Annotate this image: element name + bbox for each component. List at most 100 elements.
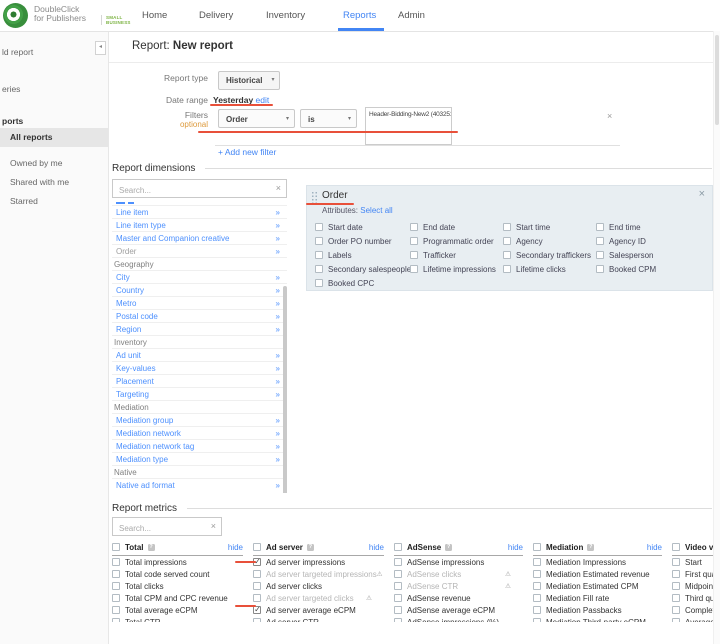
dimension-region[interactable]: Region» — [112, 323, 287, 336]
checkbox[interactable] — [410, 223, 418, 231]
add-dimension-icon[interactable]: » — [276, 440, 280, 453]
dimension-native-ad-format[interactable]: Native ad format» — [112, 479, 287, 488]
add-dimension-icon[interactable]: » — [276, 453, 280, 466]
nav-admin[interactable]: Admin — [398, 0, 425, 31]
dimension-mediation-type[interactable]: Mediation type» — [112, 453, 287, 466]
dimension-targeting[interactable]: Targeting» — [112, 388, 287, 401]
nav-home[interactable]: Home — [142, 0, 167, 31]
sidebar-item-eries[interactable]: eries — [2, 82, 20, 96]
dimension-order[interactable]: Order» — [112, 245, 287, 258]
dimension-mediation-group[interactable]: Mediation group» — [112, 414, 287, 427]
clear-search-icon[interactable]: × — [276, 183, 281, 194]
dimension-postal-code[interactable]: Postal code» — [112, 310, 287, 323]
dimension-metro[interactable]: Metro» — [112, 297, 287, 310]
hide-link[interactable]: hide — [228, 543, 243, 552]
checkbox[interactable] — [112, 594, 120, 602]
checkbox[interactable] — [672, 618, 680, 622]
checkbox[interactable] — [394, 570, 402, 578]
add-dimension-icon[interactable]: » — [276, 245, 280, 258]
checkbox[interactable] — [503, 265, 511, 273]
checkbox[interactable] — [596, 237, 604, 245]
checkbox[interactable] — [503, 237, 511, 245]
add-dimension-icon[interactable]: » — [276, 219, 280, 232]
hide-link[interactable]: hide — [369, 543, 384, 552]
dimension-key-values[interactable]: Key-values» — [112, 362, 287, 375]
checkbox[interactable] — [315, 251, 323, 259]
sidebar-item-starred[interactable]: Starred — [10, 194, 38, 208]
select-all-link[interactable]: Select all — [360, 206, 392, 215]
dimension-mediation-network[interactable]: Mediation network» — [112, 427, 287, 440]
checkbox[interactable] — [112, 558, 120, 566]
dimensions-search-input[interactable] — [113, 182, 286, 199]
add-dimension-icon[interactable]: » — [276, 271, 280, 284]
hide-link[interactable]: hide — [508, 543, 523, 552]
clear-search-icon[interactable]: × — [211, 521, 216, 532]
add-dimension-icon[interactable]: » — [276, 388, 280, 401]
sidebar-item-owned-by-me[interactable]: Owned by me — [10, 156, 62, 170]
checkbox[interactable] — [112, 543, 120, 551]
sidebar-item-all-reports[interactable]: All reports — [0, 128, 108, 147]
nav-inventory[interactable]: Inventory — [266, 0, 305, 31]
checkbox[interactable] — [315, 223, 323, 231]
add-dimension-icon[interactable]: » — [276, 323, 280, 336]
checkbox[interactable] — [394, 594, 402, 602]
checkbox[interactable] — [112, 582, 120, 590]
dimension-country[interactable]: Country» — [112, 284, 287, 297]
checkbox[interactable] — [533, 543, 541, 551]
checkbox[interactable] — [503, 223, 511, 231]
checkbox[interactable] — [533, 618, 541, 622]
checkbox[interactable] — [410, 237, 418, 245]
nav-reports[interactable]: Reports — [343, 0, 376, 31]
add-dimension-icon[interactable]: » — [276, 362, 280, 375]
add-dimension-icon[interactable]: » — [276, 414, 280, 427]
checkbox[interactable] — [394, 606, 402, 614]
dimension-mediation-network-tag[interactable]: Mediation network tag» — [112, 440, 287, 453]
add-dimension-icon[interactable]: » — [276, 310, 280, 323]
sidebar-item-ports[interactable]: ports — [2, 114, 23, 128]
checkbox[interactable] — [533, 594, 541, 602]
checkbox[interactable] — [410, 251, 418, 259]
dimensions-scrollbar-thumb[interactable] — [283, 286, 287, 493]
checkbox[interactable] — [315, 237, 323, 245]
checkbox[interactable] — [315, 265, 323, 273]
add-dimension-icon[interactable]: » — [276, 427, 280, 440]
checkbox[interactable] — [672, 606, 680, 614]
close-panel-icon[interactable]: × — [699, 188, 705, 200]
sidebar-collapse-icon[interactable]: ◂ — [95, 41, 106, 55]
checkbox[interactable] — [533, 606, 541, 614]
checkbox[interactable] — [394, 582, 402, 590]
dimension-line-item[interactable]: Line item» — [112, 206, 287, 219]
remove-filter-icon[interactable]: × — [607, 111, 612, 121]
checkbox[interactable] — [410, 265, 418, 273]
dimension-placement[interactable]: Placement» — [112, 375, 287, 388]
add-dimension-icon[interactable]: » — [276, 297, 280, 310]
checkbox[interactable] — [533, 558, 541, 566]
checkbox[interactable] — [253, 582, 261, 590]
nav-delivery[interactable]: Delivery — [199, 0, 233, 31]
dimension-master-and-companion-creative[interactable]: Master and Companion creative» — [112, 232, 287, 245]
filter-operator-dropdown[interactable]: is ▾ — [300, 109, 357, 128]
checkbox[interactable] — [672, 558, 680, 566]
checkbox[interactable] — [672, 570, 680, 578]
checkbox[interactable] — [253, 543, 261, 551]
metrics-search-input[interactable] — [113, 520, 221, 537]
add-dimension-icon[interactable]: » — [276, 349, 280, 362]
page-scrollbar[interactable] — [713, 31, 720, 644]
add-dimension-icon[interactable]: » — [276, 284, 280, 297]
add-dimension-icon[interactable]: » — [276, 206, 280, 219]
checkbox[interactable] — [672, 543, 680, 551]
checkbox[interactable] — [672, 594, 680, 602]
checkbox[interactable] — [394, 543, 402, 551]
checkbox[interactable] — [596, 265, 604, 273]
checkbox[interactable] — [394, 558, 402, 566]
checkbox[interactable] — [503, 251, 511, 259]
filter-dimension-dropdown[interactable]: Order ▾ — [218, 109, 295, 128]
add-dimension-icon[interactable]: » — [276, 479, 280, 488]
filter-value-input[interactable]: Header-Bidding-New2 (403251988)× — [365, 107, 452, 145]
checkbox[interactable] — [596, 251, 604, 259]
dimension-ad-unit[interactable]: Ad unit» — [112, 349, 287, 362]
sidebar-item-shared-with-me[interactable]: Shared with me — [10, 175, 69, 189]
page-scrollbar-thumb[interactable] — [715, 35, 719, 125]
checkbox[interactable] — [253, 594, 261, 602]
checkbox[interactable] — [112, 618, 120, 622]
